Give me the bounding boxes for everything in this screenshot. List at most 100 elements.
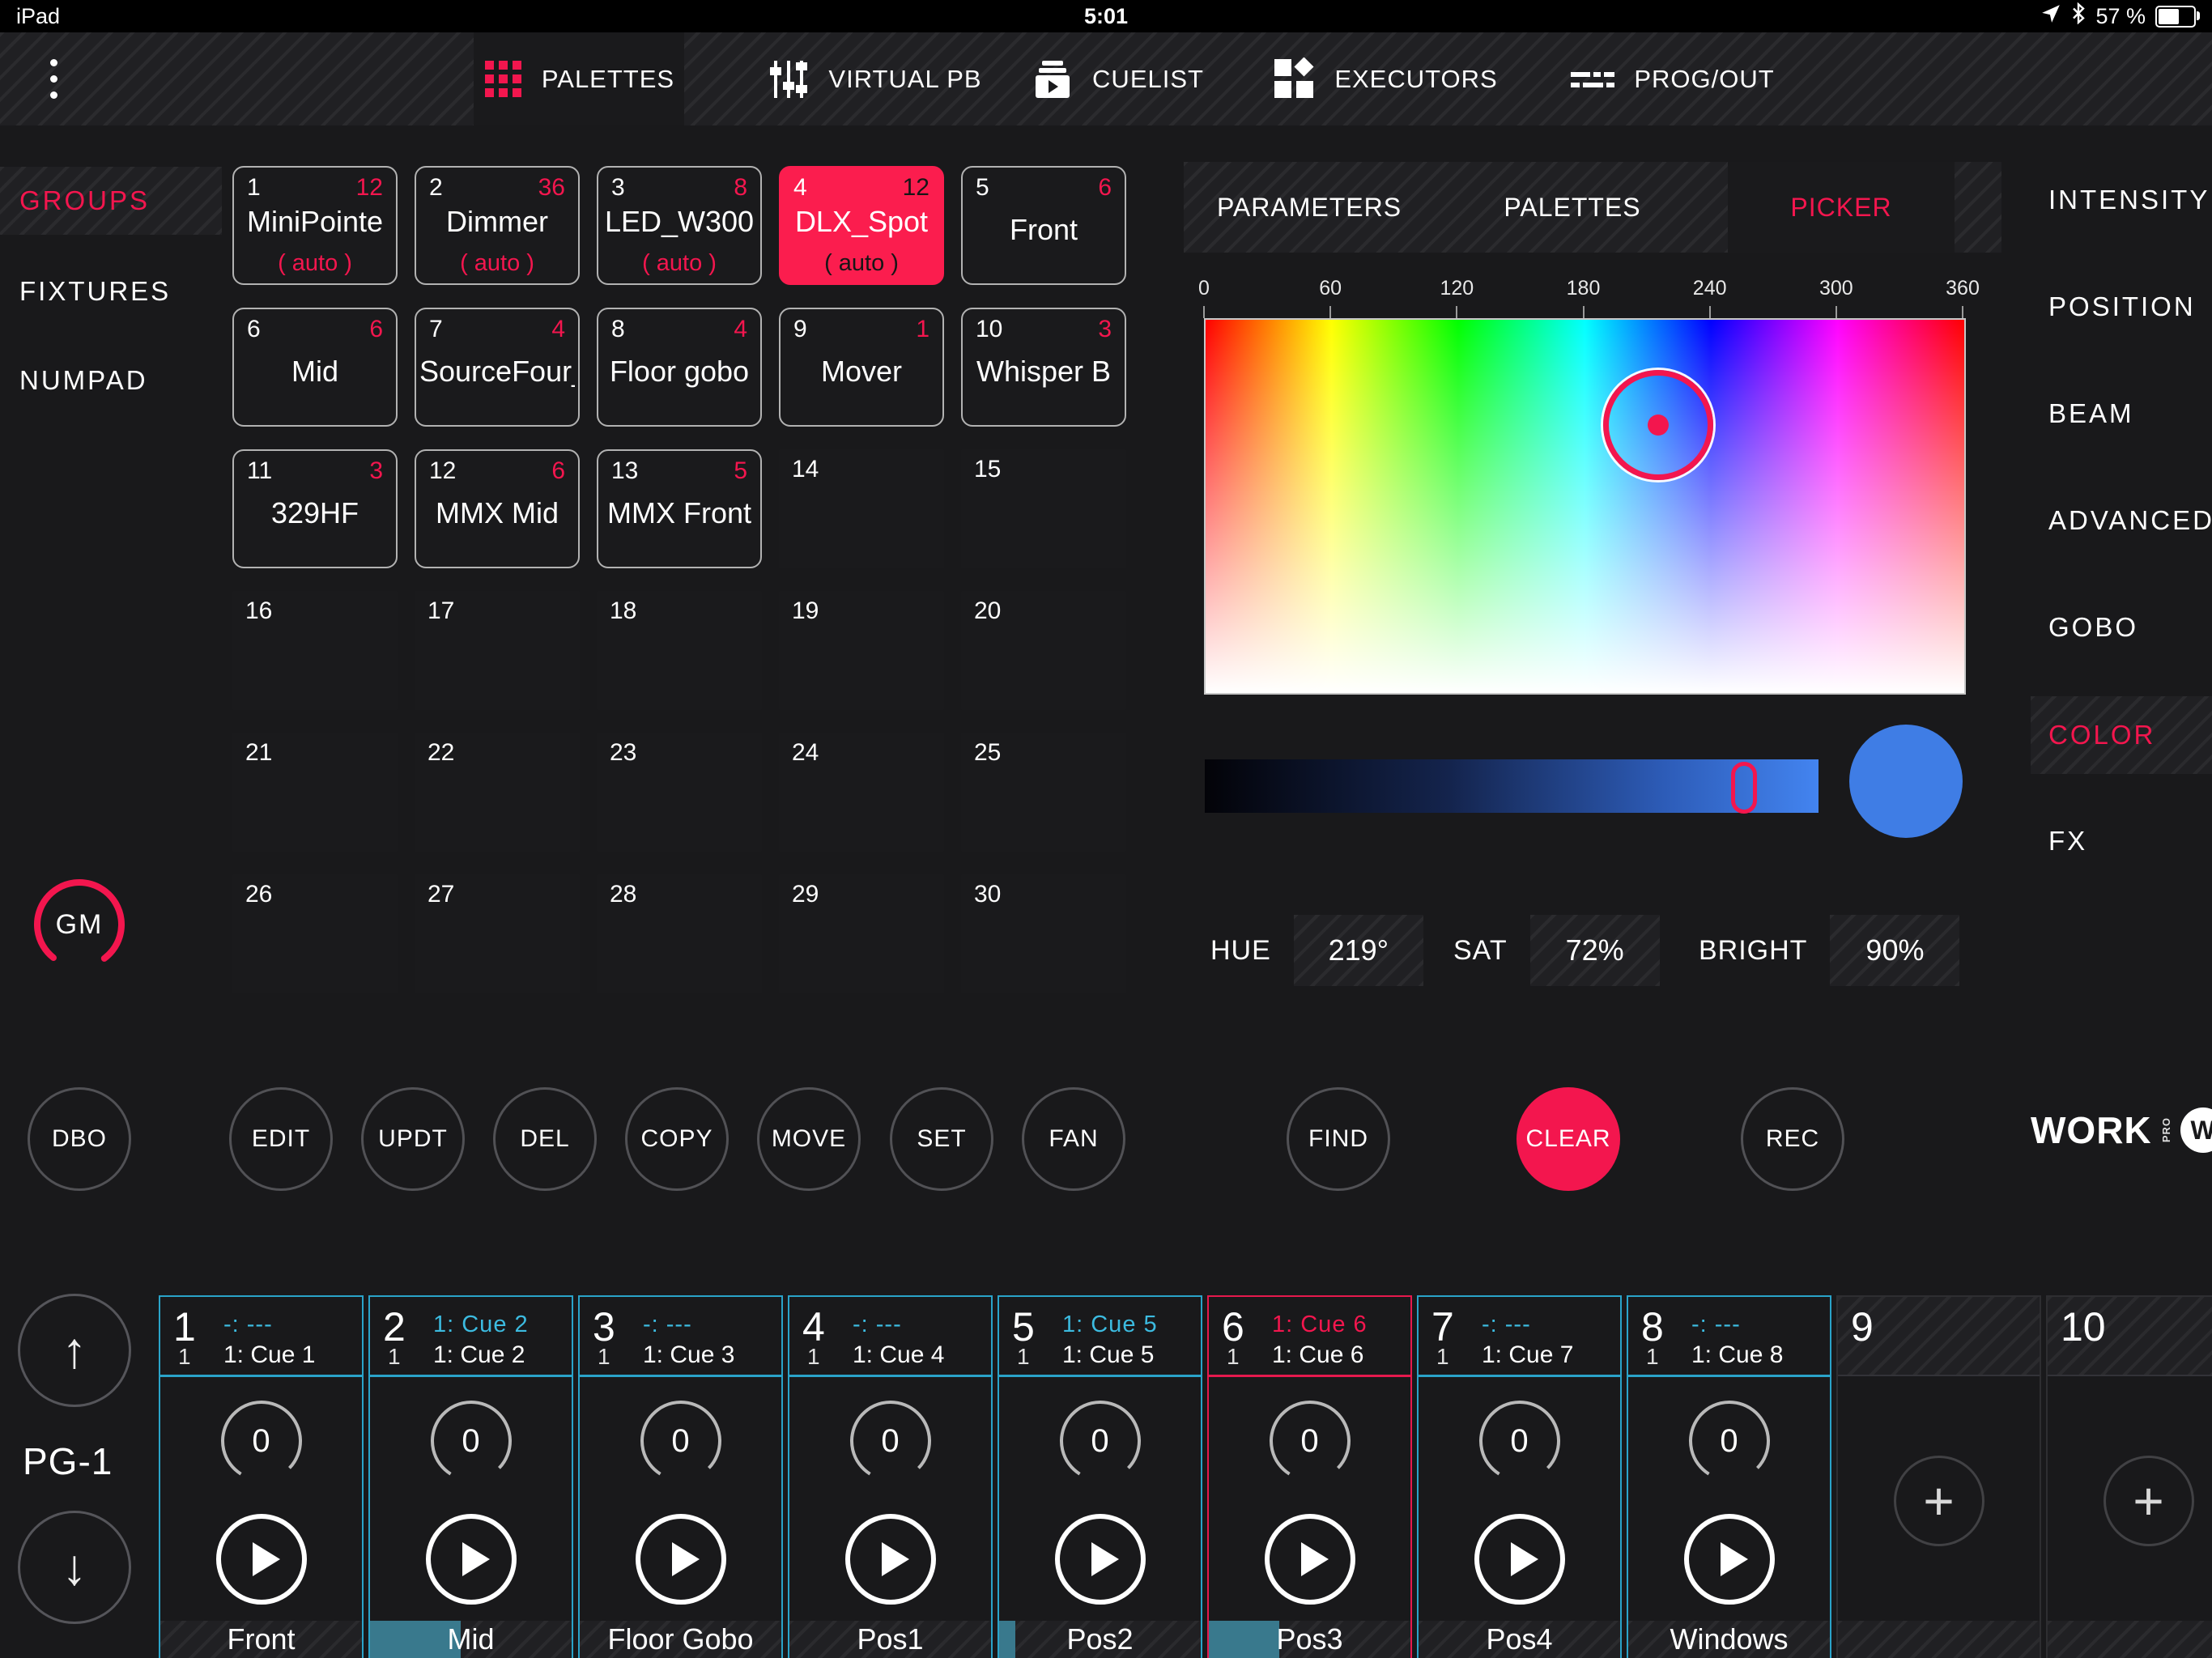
fader-knob[interactable]: 0 (216, 1396, 307, 1486)
play-button[interactable] (1684, 1514, 1775, 1605)
fader-header[interactable]: 7-: ---11: Cue 7 (1419, 1297, 1620, 1377)
fader-header[interactable]: 1-: ---11: Cue 1 (160, 1297, 362, 1377)
updt-button[interactable]: UPDT (361, 1087, 465, 1191)
group-tile-empty[interactable]: 28 (597, 874, 762, 993)
fader-header[interactable]: 21: Cue 211: Cue 2 (370, 1297, 572, 1377)
group-tile-empty[interactable]: 26 (232, 874, 398, 993)
clear-button[interactable]: CLEAR (1516, 1087, 1620, 1191)
group-tile[interactable]: 112MiniPointe( auto ) (232, 166, 398, 285)
group-tile-empty[interactable]: 19 (779, 591, 944, 710)
play-button[interactable] (426, 1514, 517, 1605)
picker-tab-parameters[interactable]: PARAMETERS (1212, 162, 1406, 253)
attr-item-fx[interactable]: FX (2048, 815, 2087, 867)
sidebar-item-fixtures[interactable]: FIXTURES (0, 267, 171, 316)
add-playback-button[interactable]: + (1894, 1456, 1984, 1546)
group-tile[interactable]: 66Mid (232, 308, 398, 427)
group-tile-empty[interactable]: 21 (232, 733, 398, 852)
attr-item-color[interactable]: COLOR (2031, 696, 2212, 774)
del-button[interactable]: DEL (493, 1087, 597, 1191)
fader-knob[interactable]: 0 (426, 1396, 517, 1486)
attr-item-beam[interactable]: BEAM (2048, 388, 2134, 440)
group-tile-empty[interactable]: 16 (232, 591, 398, 710)
group-tile-empty[interactable]: 27 (415, 874, 580, 993)
attr-item-advanced[interactable]: ADVANCED (2048, 495, 2212, 546)
tab-palettes[interactable]: PALETTES (474, 32, 684, 125)
grand-master-knob[interactable]: GM (31, 876, 128, 973)
group-tile-empty[interactable]: 23 (597, 733, 762, 852)
play-button[interactable] (1055, 1514, 1146, 1605)
group-tile-empty[interactable]: 17 (415, 591, 580, 710)
fader-label-strip[interactable]: Mid (370, 1621, 572, 1658)
play-button[interactable] (1265, 1514, 1355, 1605)
find-button[interactable]: FIND (1287, 1087, 1390, 1191)
edit-button[interactable]: EDIT (229, 1087, 333, 1191)
group-tile[interactable]: 91Mover (779, 308, 944, 427)
page-down-button[interactable]: ↓ (18, 1511, 131, 1624)
fader-knob[interactable]: 0 (1474, 1396, 1565, 1486)
fader-label-strip[interactable]: Windows (1628, 1621, 1830, 1658)
fader-header[interactable]: 8-: ---11: Cue 8 (1628, 1297, 1830, 1377)
fader-knob[interactable]: 0 (636, 1396, 726, 1486)
group-tile-empty[interactable]: 22 (415, 733, 580, 852)
play-button[interactable] (216, 1514, 307, 1605)
fader-knob[interactable]: 0 (845, 1396, 936, 1486)
picker-tab-palettes[interactable]: PALETTES (1475, 162, 1670, 253)
fader-header[interactable]: 4-: ---11: Cue 4 (789, 1297, 991, 1377)
brightness-slider[interactable] (1205, 759, 1819, 813)
group-tile-empty[interactable]: 15 (961, 449, 1126, 568)
fader-label-strip[interactable]: Pos1 (789, 1621, 991, 1658)
group-tile-empty[interactable]: 20 (961, 591, 1126, 710)
tab-executors[interactable]: EXECUTORS (1271, 32, 1498, 125)
fan-button[interactable]: FAN (1022, 1087, 1125, 1191)
kebab-menu-icon[interactable] (29, 32, 78, 125)
fader-knob[interactable]: 0 (1055, 1396, 1146, 1486)
move-button[interactable]: MOVE (757, 1087, 861, 1191)
fader-label-strip[interactable]: Pos4 (1419, 1621, 1620, 1658)
fader-label-strip[interactable]: Front (160, 1621, 362, 1658)
group-tile-empty[interactable]: 29 (779, 874, 944, 993)
sidebar-item-groups[interactable]: GROUPS (0, 167, 222, 235)
fader-label-strip[interactable]: Pos2 (999, 1621, 1201, 1658)
group-tile-empty[interactable]: 24 (779, 733, 944, 852)
attr-item-intensity[interactable]: INTENSITY (2048, 174, 2210, 226)
attr-item-position[interactable]: POSITION (2048, 281, 2196, 333)
group-tile[interactable]: 74SourceFour_ (415, 308, 580, 427)
fader-knob[interactable]: 0 (1684, 1396, 1775, 1486)
group-tile[interactable]: 38LED_W300( auto ) (597, 166, 762, 285)
group-tile[interactable]: 236Dimmer( auto ) (415, 166, 580, 285)
group-tile[interactable]: 56Front (961, 166, 1126, 285)
rec-button[interactable]: REC (1741, 1087, 1844, 1191)
play-button[interactable] (636, 1514, 726, 1605)
group-tile-empty[interactable]: 30 (961, 874, 1126, 993)
copy-button[interactable]: COPY (625, 1087, 729, 1191)
fader-knob[interactable]: 0 (1265, 1396, 1355, 1486)
fader-header[interactable]: 51: Cue 511: Cue 5 (999, 1297, 1201, 1377)
group-tile-empty[interactable]: 25 (961, 733, 1126, 852)
sidebar-item-numpad[interactable]: NUMPAD (0, 356, 148, 405)
group-tile[interactable]: 84Floor gobo (597, 308, 762, 427)
dbo-button[interactable]: DBO (28, 1087, 131, 1191)
group-tile-empty[interactable]: 14 (779, 449, 944, 568)
set-button[interactable]: SET (890, 1087, 993, 1191)
group-tile[interactable]: 135MMX Front (597, 449, 762, 568)
play-button[interactable] (1474, 1514, 1565, 1605)
play-button[interactable] (845, 1514, 936, 1605)
tab-cuelist[interactable]: CUELIST (1036, 32, 1198, 125)
tab-virtual-pb[interactable]: VIRTUAL PB (761, 32, 988, 125)
group-tile[interactable]: 412DLX_Spot( auto ) (779, 166, 944, 285)
color-selection-ring[interactable] (1603, 370, 1713, 480)
group-tile[interactable]: 126MMX Mid (415, 449, 580, 568)
fader-header[interactable]: 3-: ---11: Cue 3 (580, 1297, 781, 1377)
fader-label-strip[interactable]: Floor Gobo (580, 1621, 781, 1658)
group-tile-empty[interactable]: 18 (597, 591, 762, 710)
picker-tab-picker[interactable]: PICKER (1728, 162, 1955, 253)
brightness-handle[interactable] (1731, 762, 1757, 814)
attr-item-gobo[interactable]: GOBO (2048, 602, 2138, 653)
tab-prog-out[interactable]: PROG/OUT (1571, 32, 1773, 125)
page-up-button[interactable]: ↑ (18, 1294, 131, 1407)
group-tile[interactable]: 113329HF (232, 449, 398, 568)
add-playback-button[interactable]: + (2104, 1456, 2194, 1546)
group-tile[interactable]: 103Whisper B (961, 308, 1126, 427)
fader-header[interactable]: 61: Cue 611: Cue 6 (1209, 1297, 1410, 1377)
color-gradient-picker[interactable] (1204, 318, 1966, 695)
